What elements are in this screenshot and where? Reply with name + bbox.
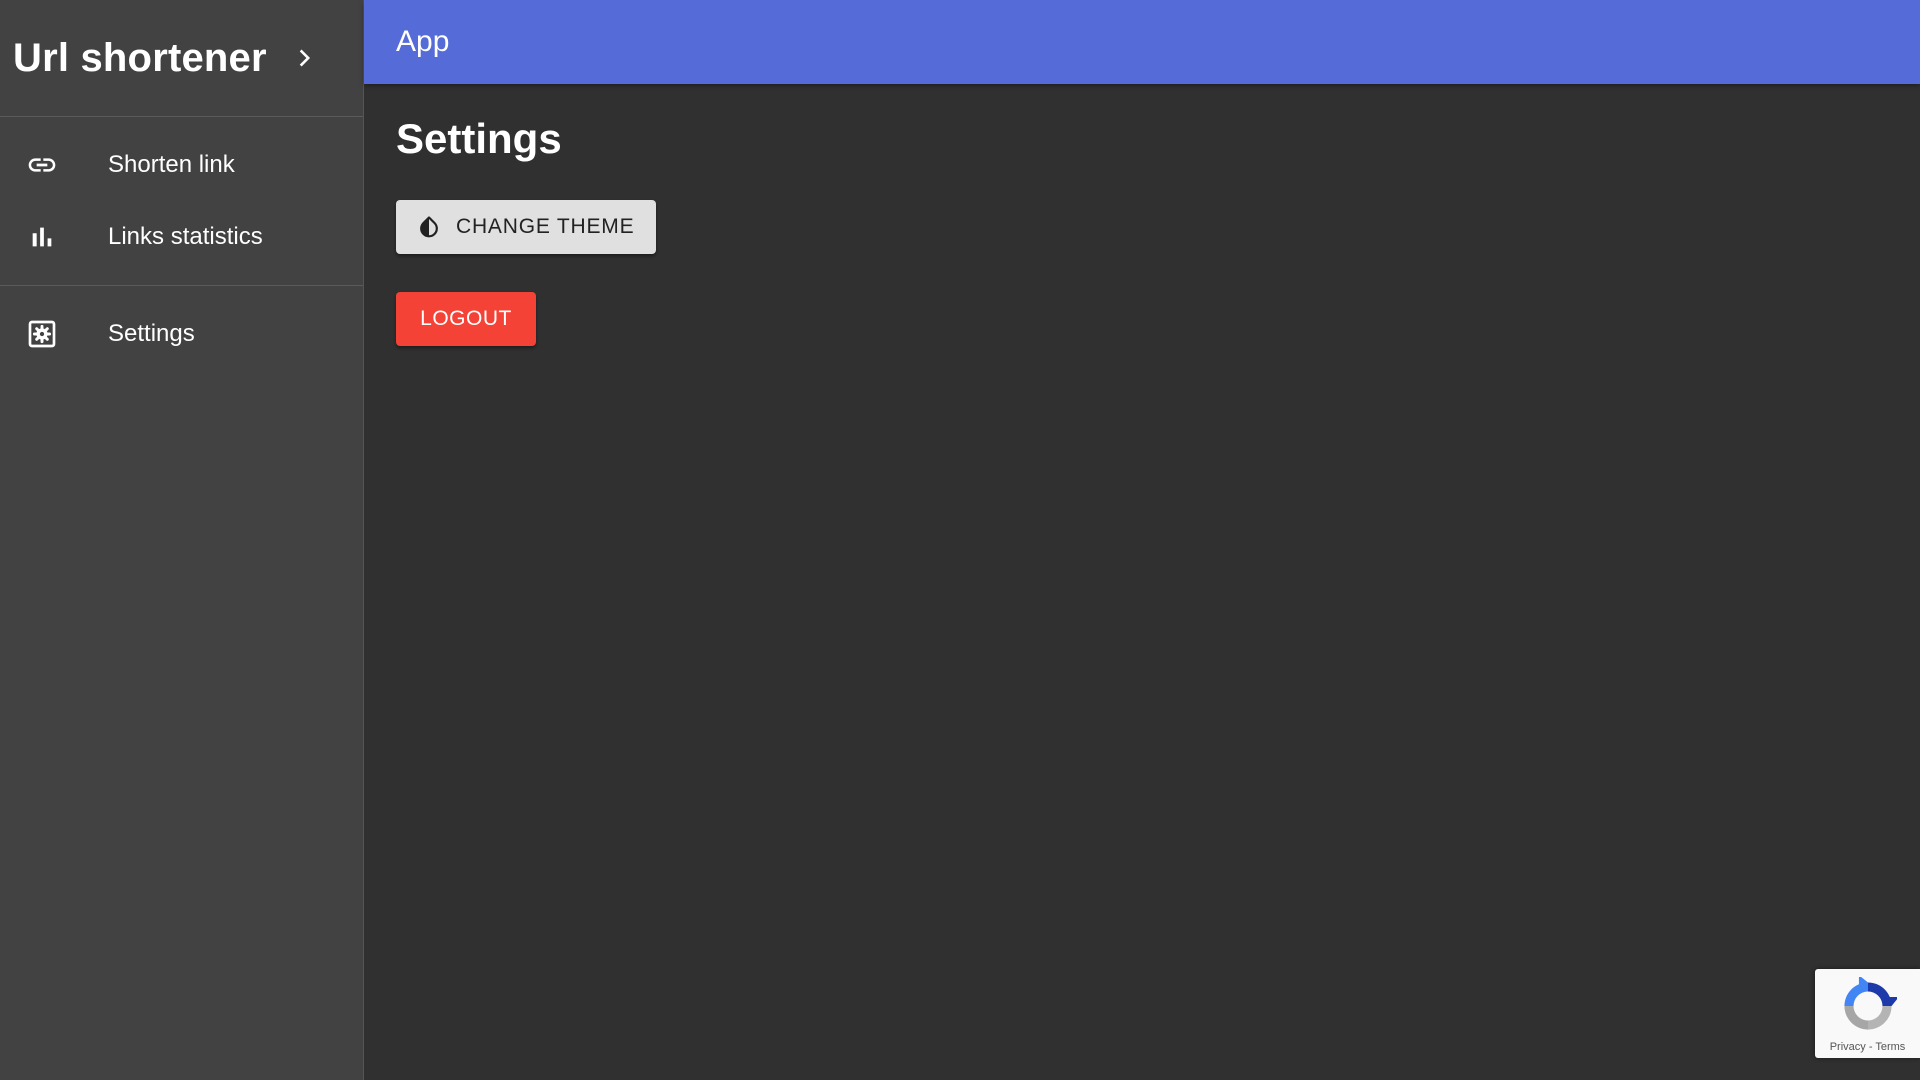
chevron-right-icon[interactable] xyxy=(293,46,317,70)
sidebar: Url shortener Shorten link Links statist… xyxy=(0,0,364,1080)
change-theme-button[interactable]: CHANGE THEME xyxy=(396,200,656,254)
main-content: Settings CHANGE THEME LOGOUT xyxy=(364,84,1920,1080)
bar-chart-icon xyxy=(26,221,58,253)
nav-group-secondary: Settings xyxy=(0,286,363,382)
recaptcha-separator: - xyxy=(1865,1041,1876,1053)
sidebar-header: Url shortener xyxy=(0,0,363,117)
recaptcha-terms-link[interactable]: Terms xyxy=(1875,1041,1905,1053)
recaptcha-badge[interactable]: Privacy - Terms xyxy=(1815,969,1920,1058)
sidebar-item-settings[interactable]: Settings xyxy=(0,298,363,370)
nav-group-main: Shorten link Links statistics xyxy=(0,117,363,286)
settings-box-icon xyxy=(26,318,58,350)
sidebar-item-label: Links statistics xyxy=(108,223,263,250)
logout-button[interactable]: LOGOUT xyxy=(396,292,536,346)
invert-colors-icon xyxy=(416,214,442,240)
recaptcha-privacy-link[interactable]: Privacy xyxy=(1830,1041,1866,1053)
app-bar: App xyxy=(364,0,1920,84)
sidebar-item-label: Settings xyxy=(108,320,195,347)
sidebar-item-shorten-link[interactable]: Shorten link xyxy=(0,129,363,201)
change-theme-label: CHANGE THEME xyxy=(456,215,635,238)
app-bar-title: App xyxy=(396,25,450,58)
recaptcha-links: Privacy - Terms xyxy=(1815,1041,1920,1053)
brand-title: Url shortener xyxy=(13,35,267,80)
sidebar-item-links-statistics[interactable]: Links statistics xyxy=(0,201,363,273)
link-icon xyxy=(26,149,58,181)
recaptcha-logo-icon xyxy=(1839,975,1899,1035)
page-title: Settings xyxy=(396,115,562,162)
sidebar-item-label: Shorten link xyxy=(108,151,235,178)
